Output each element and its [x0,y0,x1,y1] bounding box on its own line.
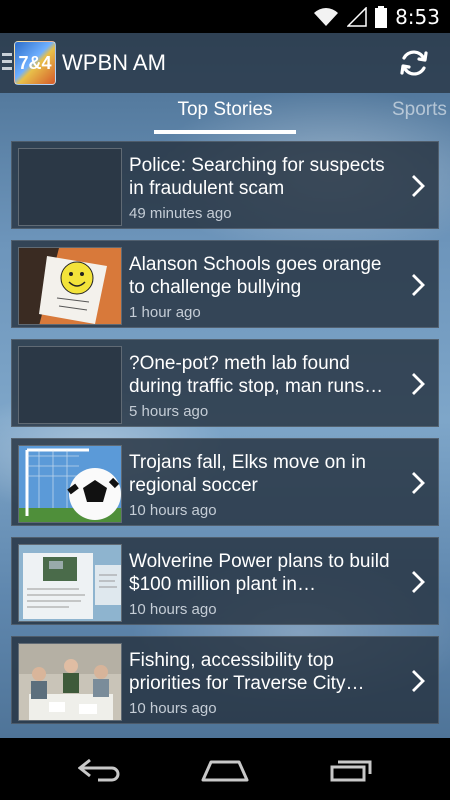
story-item[interactable]: Alanson Schools goes orange to challenge… [11,240,439,328]
story-title: Police: Searching for suspects in fraudu… [129,155,385,199]
story-time: 10 hours ago [129,601,217,618]
tab-strip: Top Stories Sports [0,93,450,134]
chevron-right-icon [412,472,425,494]
story-title: Fishing, accessibility top priorities fo… [129,650,365,694]
tab-selected-indicator [154,130,296,134]
home-button[interactable] [201,758,249,787]
tab-sports[interactable]: Sports [392,99,447,121]
battery-icon [375,5,388,28]
home-icon [201,760,249,782]
status-bar: 8:53 [0,0,450,33]
story-item[interactable]: Fishing, accessibility top priorities fo… [11,636,439,724]
story-list: Police: Searching for suspects in fraudu… [11,141,439,735]
drawer-indicator-icon[interactable] [2,53,12,74]
story-item[interactable]: Police: Searching for suspects in fraudu… [11,141,439,229]
story-time: 49 minutes ago [129,205,232,222]
signal-icon [347,6,367,27]
story-thumbnail-soccer [18,445,122,523]
back-button[interactable] [77,758,122,787]
story-thumbnail-drawing [18,247,122,325]
story-thumbnail-empty [18,148,122,226]
story-time: 1 hour ago [129,304,201,321]
story-thumbnail-document [18,544,122,622]
status-time: 8:53 [395,4,440,29]
chevron-right-icon [412,670,425,692]
refresh-icon [400,50,428,76]
refresh-button[interactable] [396,45,432,81]
chevron-right-icon [412,571,425,593]
back-icon [77,758,120,782]
story-title: Wolverine Power plans to build $100 mill… [129,551,390,595]
story-item[interactable]: ?One-pot? meth lab found during traffic … [11,339,439,427]
story-thumbnail-empty [18,346,122,424]
action-bar: 7&4 WPBN AM [0,33,450,93]
system-nav-bar [0,738,450,800]
tab-top-stories[interactable]: Top Stories [154,99,296,134]
recent-apps-icon [330,760,372,782]
app-logo[interactable]: 7&4 [14,41,56,85]
story-title: Alanson Schools goes orange to challenge… [129,254,382,298]
story-time: 10 hours ago [129,700,217,717]
app-title: WPBN AM [62,50,166,75]
chevron-right-icon [412,373,425,395]
tab-label: Sports [392,99,447,120]
chevron-right-icon [412,175,425,197]
recent-apps-button[interactable] [330,758,374,787]
story-time: 10 hours ago [129,502,217,519]
story-time: 5 hours ago [129,403,209,420]
wifi-icon [314,7,339,26]
story-item[interactable]: Trojans fall, Elks move on in regional s… [11,438,439,526]
story-title: ?One-pot? meth lab found during traffic … [129,353,384,397]
story-item[interactable]: Wolverine Power plans to build $100 mill… [11,537,439,625]
chevron-right-icon [412,274,425,296]
story-title: Trojans fall, Elks move on in regional s… [129,452,366,496]
tab-label: Top Stories [177,99,273,120]
story-thumbnail-meeting [18,643,122,721]
